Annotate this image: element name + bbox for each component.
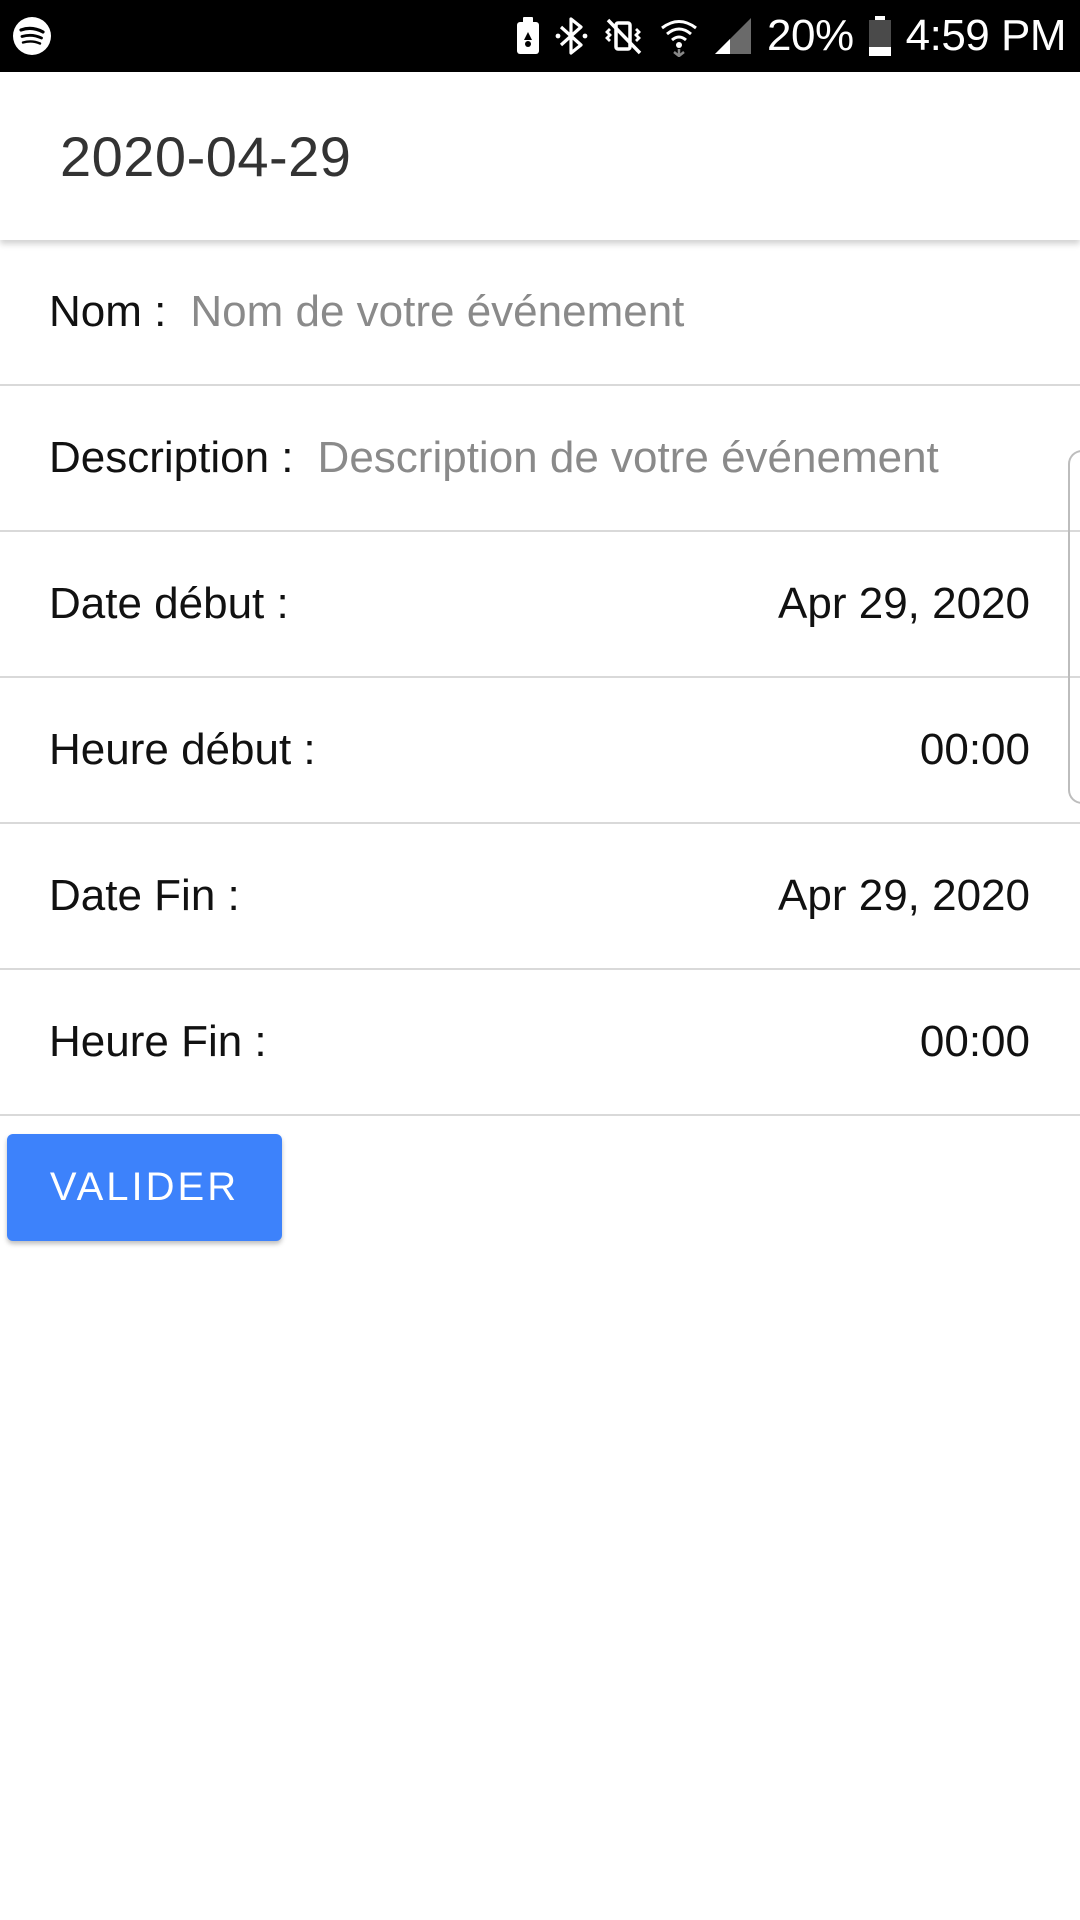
start-date-value[interactable]: Apr 29, 2020	[778, 579, 1030, 629]
battery-saver-icon	[515, 16, 541, 56]
status-bar: 20% 4:59 PM	[0, 0, 1080, 72]
validate-button[interactable]: VALIDER	[7, 1134, 282, 1241]
event-form: Nom : Description : Date début : Apr 29,…	[0, 240, 1080, 1116]
end-date-row[interactable]: Date Fin : Apr 29, 2020	[0, 824, 1080, 970]
screen: 20% 4:59 PM 2020-04-29 Nom : Description…	[0, 0, 1080, 1920]
description-input[interactable]	[317, 433, 1030, 483]
wifi-icon	[659, 15, 699, 57]
start-time-row[interactable]: Heure début : 00:00	[0, 678, 1080, 824]
bluetooth-icon	[555, 15, 589, 57]
end-time-row[interactable]: Heure Fin : 00:00	[0, 970, 1080, 1116]
app-header: 2020-04-29	[0, 72, 1080, 240]
name-label: Nom :	[49, 287, 167, 336]
description-label: Description :	[49, 433, 294, 482]
end-date-label: Date Fin :	[49, 871, 240, 920]
edge-panel-handle[interactable]	[1068, 450, 1080, 804]
end-date-value[interactable]: Apr 29, 2020	[778, 871, 1030, 921]
cellular-signal-icon	[713, 16, 753, 56]
vibrate-mute-icon	[603, 15, 645, 57]
status-time: 4:59 PM	[905, 11, 1067, 60]
status-right: 20% 4:59 PM	[515, 11, 1067, 60]
start-date-row[interactable]: Date début : Apr 29, 2020	[0, 532, 1080, 678]
name-input[interactable]	[190, 287, 1030, 337]
start-time-label: Heure début :	[49, 725, 316, 774]
name-row: Nom :	[0, 240, 1080, 386]
page-title: 2020-04-29	[60, 124, 352, 188]
status-left	[12, 16, 52, 56]
end-time-value[interactable]: 00:00	[920, 1017, 1030, 1067]
description-row: Description :	[0, 386, 1080, 532]
start-date-label: Date début :	[49, 579, 289, 628]
spotify-icon	[12, 16, 52, 56]
end-time-label: Heure Fin :	[49, 1017, 267, 1066]
start-time-value[interactable]: 00:00	[920, 725, 1030, 775]
battery-icon	[868, 15, 892, 57]
battery-percent: 20%	[767, 11, 854, 60]
